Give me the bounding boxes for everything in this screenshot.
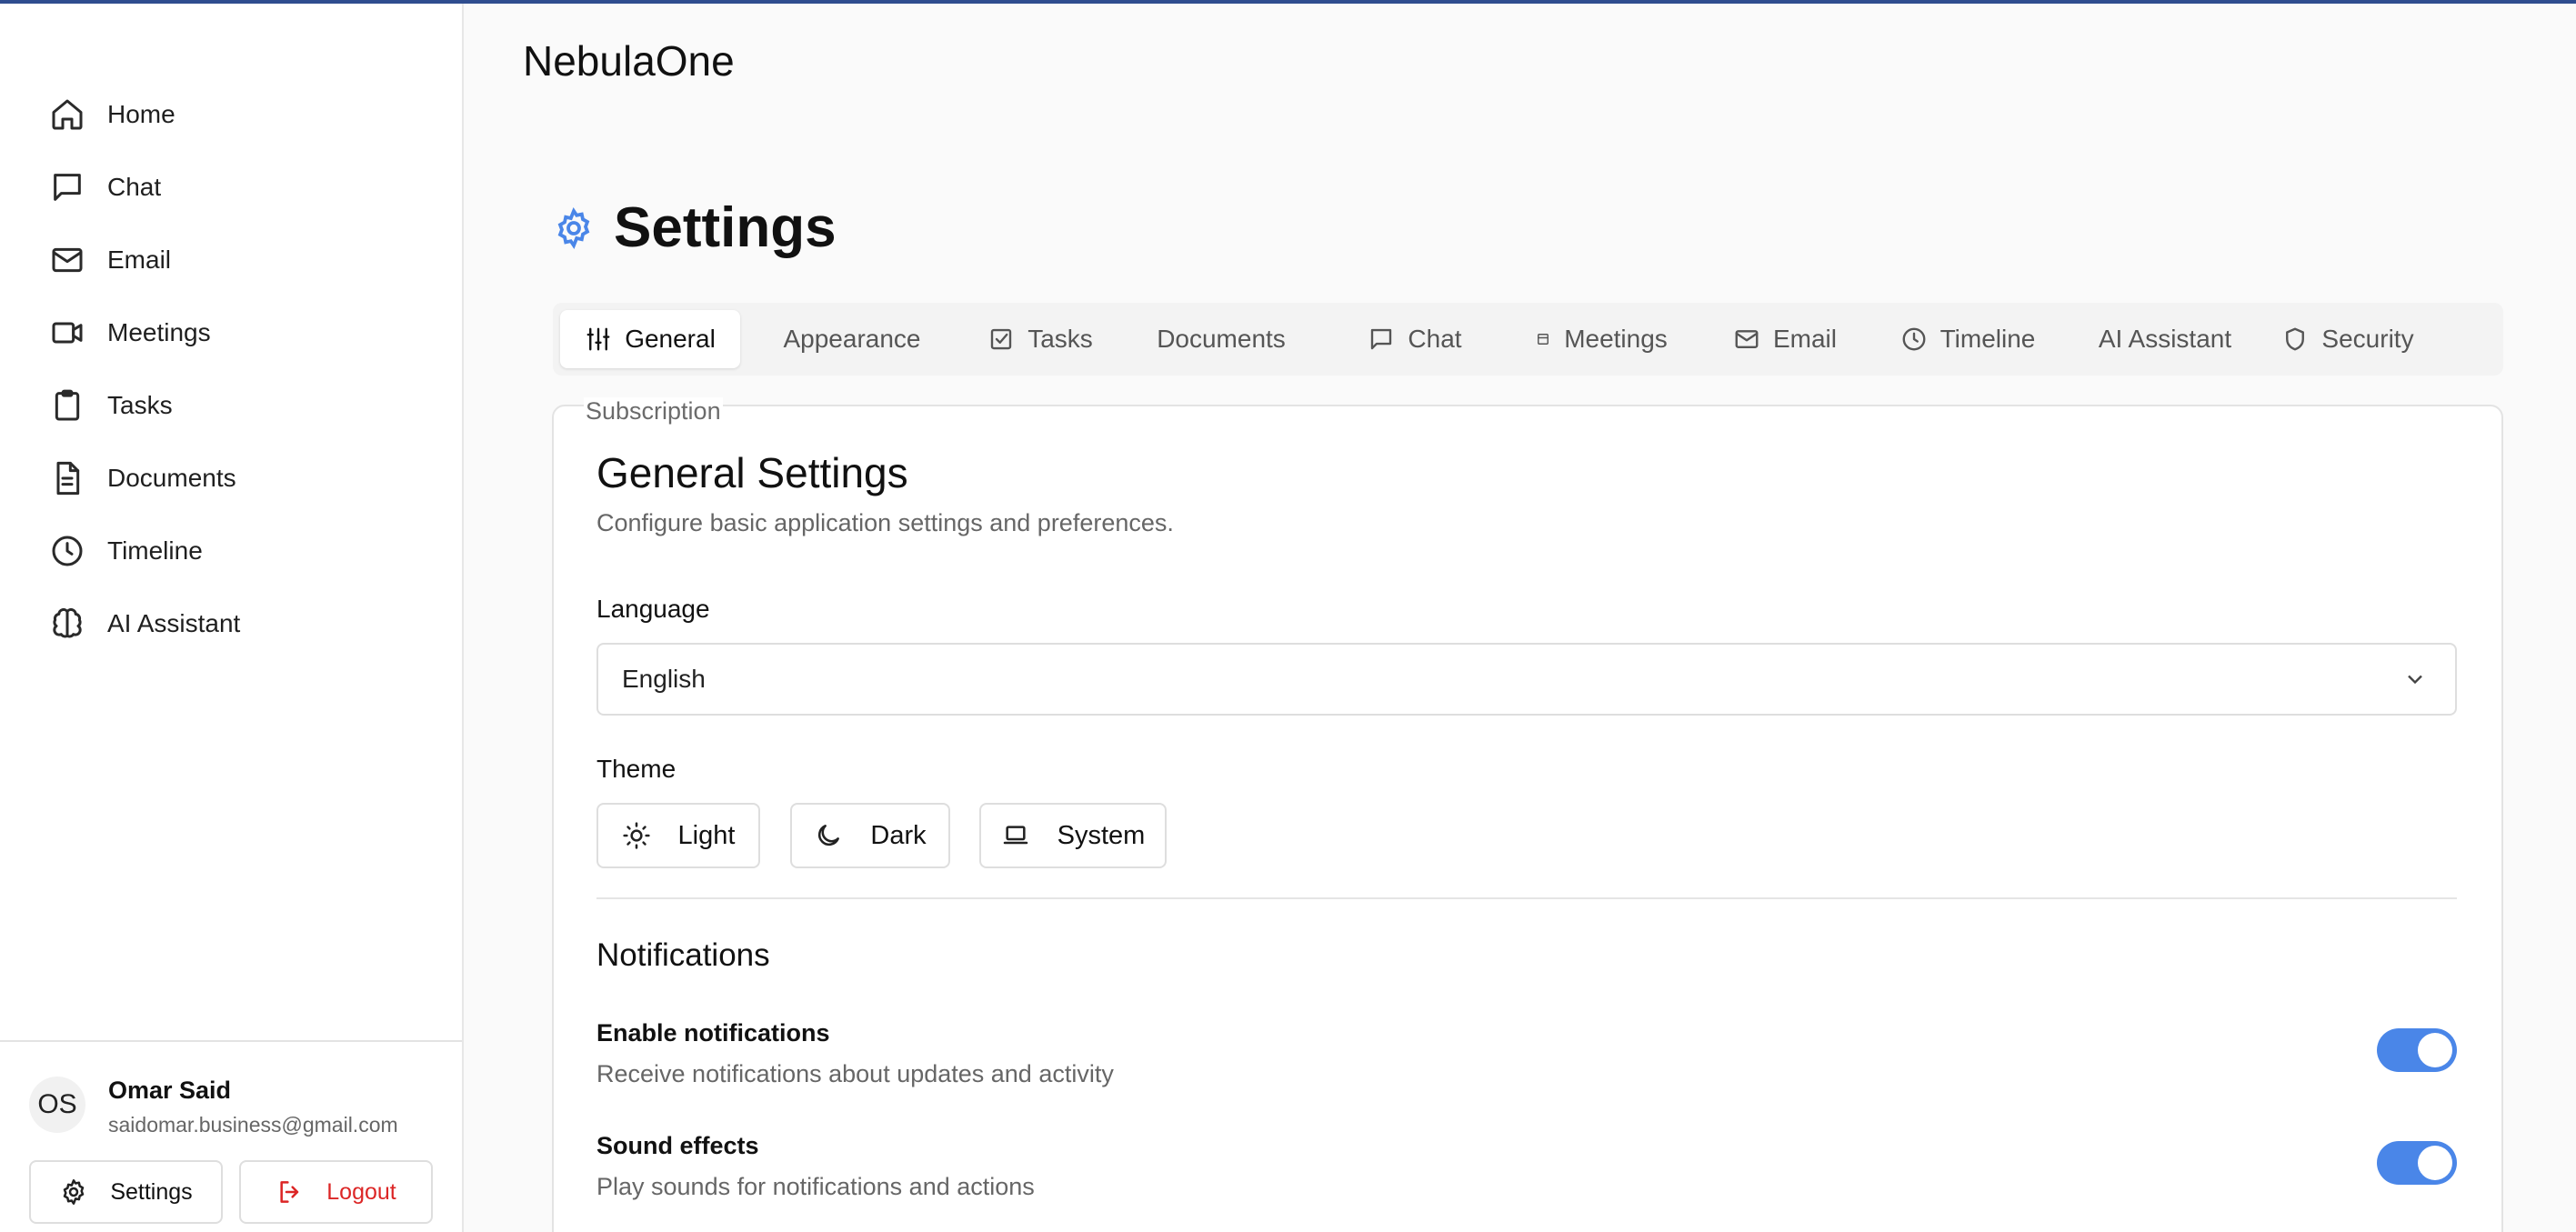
theme-option-label: Light <box>677 820 736 850</box>
theme-dark-button[interactable]: Dark <box>790 803 950 868</box>
tab-documents[interactable]: Documents <box>1117 310 1326 368</box>
tab-label: Email <box>1772 325 1837 353</box>
tab-meetings[interactable]: Meetings <box>1504 310 1699 368</box>
sidebar-item-home[interactable]: Home <box>45 78 427 151</box>
sidebar-item-label: Email <box>107 245 172 274</box>
chevron-down-icon <box>2408 675 2422 685</box>
language-value: English <box>622 665 706 693</box>
tab-label: General <box>625 325 716 353</box>
sidebar-item-label: Meetings <box>107 318 211 346</box>
card-title: General Settings <box>596 449 908 496</box>
sidebar-item-email[interactable]: Email <box>45 224 427 296</box>
theme-option-label: System <box>1057 820 1146 850</box>
language-select[interactable]: English <box>596 643 2457 716</box>
video-icon <box>45 311 89 355</box>
sliders-icon <box>586 327 610 351</box>
tab-label: Timeline <box>1940 325 2036 353</box>
chat-icon <box>45 165 89 209</box>
tab-email[interactable]: Email <box>1699 310 1871 368</box>
sidebar-item-label: Timeline <box>107 536 203 565</box>
tab-label: Documents <box>1157 325 1286 353</box>
sidebar-item-label: Tasks <box>107 391 173 419</box>
moon-icon <box>818 825 840 846</box>
sidebar-item-label: AI Assistant <box>107 609 241 637</box>
sidebar-item-ai-assistant[interactable]: AI Assistant <box>45 587 427 660</box>
mail-icon <box>1735 330 1759 348</box>
theme-option-label: Dark <box>870 820 927 850</box>
clock-icon <box>45 529 89 573</box>
tab-tasks[interactable]: Tasks <box>964 310 1117 368</box>
logout-button-label: Logout <box>326 1178 396 1205</box>
theme-label: Theme <box>596 755 677 783</box>
subscription-label: Subscription <box>584 397 723 426</box>
sidebar-item-tasks[interactable]: Tasks <box>45 369 427 442</box>
theme-light-button[interactable]: Light <box>596 803 760 868</box>
settings-button[interactable]: Settings <box>29 1160 223 1224</box>
sidebar-item-chat[interactable]: Chat <box>45 151 427 224</box>
enable-notifications-title: Enable notifications <box>596 1019 830 1047</box>
settings-button-label: Settings <box>110 1178 193 1205</box>
tab-label: Chat <box>1408 325 1462 353</box>
toggle-knob <box>2418 1146 2452 1180</box>
laptop-icon <box>1003 826 1027 845</box>
user-email: saidomar.business@gmail.com <box>108 1113 398 1137</box>
document-icon <box>45 456 89 500</box>
tab-label: AI Assistant <box>2098 325 2232 353</box>
clipboard-icon <box>45 384 89 427</box>
tab-label: Appearance <box>783 325 921 353</box>
sound-effects-title: Sound effects <box>596 1132 759 1159</box>
calendar-icon <box>1538 334 1549 345</box>
enable-notifications-toggle[interactable] <box>2377 1028 2457 1072</box>
chat-icon <box>1371 328 1392 350</box>
tab-label: Security <box>2321 325 2414 353</box>
tab-appearance[interactable]: Appearance <box>740 310 964 368</box>
gear-icon <box>557 206 590 249</box>
tab-timeline[interactable]: Timeline <box>1871 310 2064 368</box>
notifications-title: Notifications <box>596 937 770 973</box>
sidebar-nav: Home Chat Email Meetings Tasks Documents… <box>45 78 427 660</box>
shield-icon <box>2286 327 2305 351</box>
tab-general[interactable]: General <box>560 310 740 368</box>
logout-icon <box>280 1181 299 1203</box>
card-description: Configure basic application settings and… <box>596 509 1174 536</box>
logout-button[interactable]: Logout <box>239 1160 433 1224</box>
sound-effects-description: Play sounds for notifications and action… <box>596 1173 1035 1200</box>
settings-tabs: General Appearance Tasks Documents Chat … <box>553 303 2503 376</box>
home-icon <box>45 93 89 136</box>
sidebar-item-label: Documents <box>107 464 236 492</box>
sound-effects-toggle[interactable] <box>2377 1141 2457 1185</box>
section-divider <box>596 897 2457 899</box>
page-title-text: Settings <box>614 196 837 259</box>
sidebar-item-timeline[interactable]: Timeline <box>45 515 427 587</box>
sidebar-item-label: Chat <box>107 173 162 201</box>
brain-icon <box>45 602 89 646</box>
page-title: Settings <box>552 195 837 260</box>
mail-icon <box>45 238 89 282</box>
tab-label: Meetings <box>1564 325 1668 353</box>
sun-icon <box>622 822 650 849</box>
app-title: NebulaOne <box>523 37 735 85</box>
tab-security[interactable]: Security <box>2266 310 2430 368</box>
sidebar: Home Chat Email Meetings Tasks Documents… <box>0 4 464 1232</box>
tab-label: Tasks <box>1027 325 1093 353</box>
avatar[interactable]: OS <box>29 1077 85 1133</box>
clock-icon <box>1902 327 1926 351</box>
user-name: Omar Said <box>108 1077 232 1104</box>
sidebar-item-label: Home <box>107 100 175 128</box>
sidebar-item-meetings[interactable]: Meetings <box>45 296 427 369</box>
user-panel: OS Omar Said saidomar.business@gmail.com… <box>0 1040 462 1232</box>
enable-notifications-description: Receive notifications about updates and … <box>596 1060 1114 1087</box>
gear-icon <box>64 1179 85 1205</box>
theme-system-button[interactable]: System <box>979 803 1167 868</box>
toggle-knob <box>2418 1033 2452 1067</box>
tab-ai-assistant[interactable]: AI Assistant <box>2064 310 2266 368</box>
sidebar-item-documents[interactable]: Documents <box>45 442 427 515</box>
language-label: Language <box>596 595 710 623</box>
tab-chat[interactable]: Chat <box>1326 310 1504 368</box>
check-square-icon <box>991 328 1012 350</box>
